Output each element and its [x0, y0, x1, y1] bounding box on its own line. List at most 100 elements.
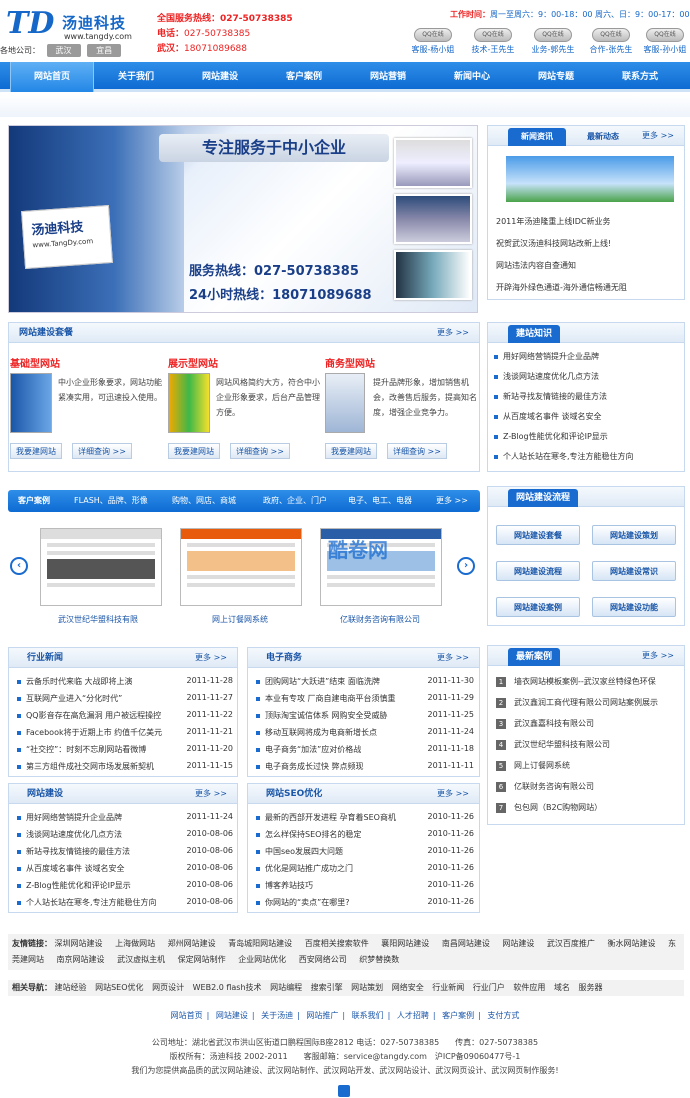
process-button[interactable]: 网站建设策划	[592, 525, 676, 545]
list-item[interactable]: 团购网站“大跃进”结束 面临洗牌 2011-11-30	[256, 676, 474, 692]
nav-news[interactable]: 新闻中心	[430, 62, 514, 92]
case-category[interactable]: FLASH、品牌、形像	[74, 490, 148, 512]
friend-link[interactable]: 襄阳网站建设	[381, 939, 429, 948]
footer-link[interactable]: 人才招聘	[397, 1011, 429, 1020]
list-item[interactable]: 个人站长站在寒冬,专注方能稳住方向 2010-08-06	[17, 897, 233, 913]
list-item[interactable]: 你网站的“卖点”在哪里? 2010-11-26	[256, 897, 474, 913]
process-button[interactable]: 网站建设功能	[592, 597, 676, 617]
list-item[interactable]: 新站寻找友情链接的最佳方法	[494, 391, 607, 407]
friend-link[interactable]: 上海做网站	[115, 939, 155, 948]
qq-contact[interactable]: QQ在线 客服-杨小姐	[406, 28, 460, 55]
footer-link[interactable]: 联系我们	[352, 1011, 384, 1020]
process-button[interactable]: 网站建设案例	[496, 597, 580, 617]
footer-link[interactable]: 关于汤迪	[261, 1011, 293, 1020]
qq-contact[interactable]: QQ在线 业务-郭先生	[526, 28, 580, 55]
related-link[interactable]: 域名	[554, 983, 570, 992]
build-more-link[interactable]: 更多 >>	[195, 784, 227, 804]
nav-build[interactable]: 网站建设	[178, 62, 262, 92]
friend-link[interactable]: 百度相关搜索软件	[305, 939, 369, 948]
friend-link[interactable]: 织梦替换数	[359, 955, 399, 964]
stats-icon[interactable]	[338, 1085, 350, 1097]
friend-link[interactable]: 武汉虚拟主机	[117, 955, 165, 964]
qq-contact[interactable]: QQ在线 技术-王先生	[466, 28, 520, 55]
process-button[interactable]: 网站建设套餐	[496, 525, 580, 545]
latest-more-link[interactable]: 更多 >>	[642, 646, 674, 666]
list-item[interactable]: 移动互联网将成为电商新增长点 2011-11-24	[256, 727, 474, 743]
next-arrow-icon[interactable]: ›	[457, 557, 475, 575]
footer-link[interactable]: 支付方式	[487, 1011, 519, 1020]
related-link[interactable]: 网站编程	[270, 983, 302, 992]
case-category[interactable]: 购物、网店、商城	[172, 490, 236, 512]
list-item[interactable]: 互联网产业进入“分化时代” 2011-11-27	[17, 693, 233, 709]
friend-link[interactable]: 南京网站建设	[57, 955, 105, 964]
list-item[interactable]: 第三方组件成社交网市场发展新契机 2011-11-15	[17, 761, 233, 777]
case-thumbnail[interactable]	[40, 528, 162, 606]
case-caption[interactable]: 武汉世纪华盟科技有限	[58, 614, 138, 625]
footer-link[interactable]: 网站推广	[306, 1011, 338, 1020]
branch-wuhan-button[interactable]: 武汉	[46, 44, 81, 57]
list-item[interactable]: 5 网上订餐网系统	[496, 760, 570, 780]
list-item[interactable]: 怎么样保持SEO排名的稳定 2010-11-26	[256, 829, 474, 845]
case-caption[interactable]: 亿联财务咨询有限公司	[340, 614, 420, 625]
prev-arrow-icon[interactable]: ‹	[10, 557, 28, 575]
friend-link[interactable]: 深圳网站建设	[55, 939, 103, 948]
plan-more-link[interactable]: 更多 >>	[437, 323, 469, 343]
build-site-button[interactable]: 我要建网站	[168, 443, 220, 459]
list-item[interactable]: 云备乐时代来临 大战即将上演 2011-11-28	[17, 676, 233, 692]
friend-link[interactable]: 保定网站制作	[178, 955, 226, 964]
hero-banner[interactable]: 汤迪科技 www.TangDy.com 专注服务于中小企业 服务热线：027-5…	[8, 125, 478, 313]
list-item[interactable]: 从百度域名事件 谈域名安全 2010-08-06	[17, 863, 233, 879]
list-item[interactable]: 博客养站技巧 2010-11-26	[256, 880, 474, 896]
qq-contact[interactable]: QQ在线 客服-孙小姐	[640, 28, 690, 55]
friend-link[interactable]: 郑州网站建设	[168, 939, 216, 948]
list-item[interactable]: 祝贺武汉汤迪科技网站改新上线!	[496, 238, 611, 254]
industry-more-link[interactable]: 更多 >>	[195, 648, 227, 668]
list-item[interactable]: 个人站长站在寒冬,专注方能稳住方向	[494, 451, 634, 467]
list-item[interactable]: QQ影音存在高危漏洞 用户被远程操控 2011-11-22	[17, 710, 233, 726]
nav-marketing[interactable]: 网站营销	[346, 62, 430, 92]
tab-news[interactable]: 新闻资讯	[508, 128, 566, 146]
details-button[interactable]: 详细查询 >>	[387, 443, 447, 459]
case-caption[interactable]: 网上订餐网系统	[212, 614, 268, 625]
related-link[interactable]: 服务器	[578, 983, 602, 992]
process-button[interactable]: 网站建设常识	[592, 561, 676, 581]
case-category[interactable]: 电子、电工、电器	[348, 490, 412, 512]
related-link[interactable]: 行业门户	[473, 983, 505, 992]
friend-link[interactable]: 网站建设	[502, 939, 534, 948]
list-item[interactable]: 用好网络营销提升企业品牌	[494, 351, 599, 367]
build-site-button[interactable]: 我要建网站	[325, 443, 377, 459]
case-more-link[interactable]: 更多 >>	[436, 490, 468, 512]
footer-link[interactable]: 网站首页	[171, 1011, 203, 1020]
list-item[interactable]: “社交控”：时刻不忘刷网站看微博 2011-11-20	[17, 744, 233, 760]
process-button[interactable]: 网站建设流程	[496, 561, 580, 581]
details-button[interactable]: 详细查询 >>	[72, 443, 132, 459]
list-item[interactable]: 浅谈网站速度优化几点方法	[494, 371, 599, 387]
footer-link[interactable]: 客户案例	[442, 1011, 474, 1020]
branch-yichang-button[interactable]: 宜昌	[87, 44, 122, 57]
related-link[interactable]: WEB2.0 flash技术	[193, 983, 262, 992]
related-link[interactable]: 网站策划	[351, 983, 383, 992]
list-item[interactable]: 电子商务“加法”应对价格战 2011-11-18	[256, 744, 474, 760]
qq-contact[interactable]: QQ在线 合作-张先生	[584, 28, 638, 55]
related-link[interactable]: 软件应用	[513, 983, 545, 992]
list-item[interactable]: 从百度域名事件 谈域名安全	[494, 411, 602, 427]
list-item[interactable]: 网站违法内容自查通知	[496, 260, 576, 276]
list-item[interactable]: 1 墙衣网站模板案例--武汉家丝特绿色环保	[496, 676, 656, 696]
list-item[interactable]: 2011年汤迪隆重上线IDC新业务	[496, 216, 610, 232]
list-item[interactable]: 7 包包网（B2C购物网站）	[496, 802, 602, 822]
list-item[interactable]: 新站寻找友情链接的最佳方法 2010-08-06	[17, 846, 233, 862]
tab-latest[interactable]: 最新动态	[574, 128, 632, 146]
list-item[interactable]: 3 武汉鑫嘉科技有限公司	[496, 718, 594, 738]
nav-topics[interactable]: 网站专题	[514, 62, 598, 92]
case-category[interactable]: 政府、企业、门户	[263, 490, 327, 512]
logo[interactable]: TD 汤迪科技 www.tangdy.com	[4, 6, 154, 44]
list-item[interactable]: Facebook将于近期上市 约值千亿美元 2011-11-21	[17, 727, 233, 743]
build-site-button[interactable]: 我要建网站	[10, 443, 62, 459]
list-item[interactable]: 开辟海外绿色通道-海外通信畅通无阻	[496, 282, 627, 298]
related-link[interactable]: 网站SEO优化	[95, 983, 143, 992]
related-link[interactable]: 建站经验	[55, 983, 87, 992]
friend-link[interactable]: 企业网站优化	[238, 955, 286, 964]
list-item[interactable]: 最新的西部开发进程 孕育着SEO商机 2010-11-26	[256, 812, 474, 828]
footer-link[interactable]: 网站建设	[216, 1011, 248, 1020]
related-link[interactable]: 网页设计	[152, 983, 184, 992]
